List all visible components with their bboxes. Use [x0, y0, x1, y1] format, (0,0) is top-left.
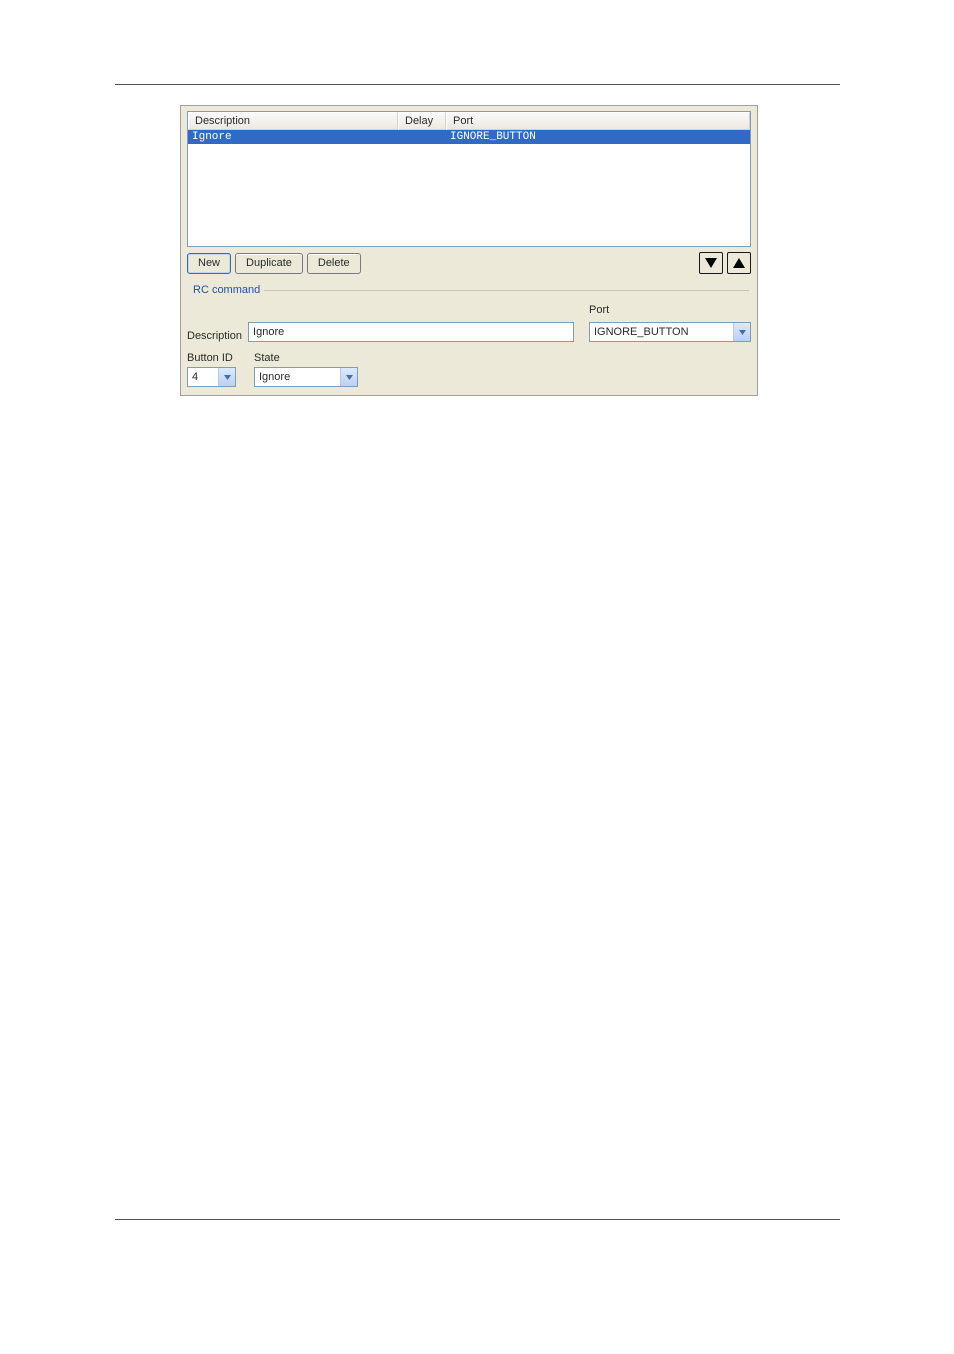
port-combo-input[interactable] — [590, 323, 733, 341]
cell-delay — [398, 130, 446, 144]
rc-command-legend: RC command — [189, 284, 264, 296]
table-row[interactable]: Ignore IGNORE_BUTTON — [188, 130, 750, 144]
chevron-down-icon — [739, 330, 746, 335]
table-header-row: Description Delay Port — [188, 112, 750, 130]
cell-description: Ignore — [188, 130, 398, 144]
fieldset-border — [189, 290, 749, 291]
delete-button[interactable]: Delete — [307, 253, 361, 274]
command-table: Description Delay Port Ignore IGNORE_BUT… — [187, 111, 751, 247]
port-combo-button[interactable] — [733, 323, 750, 341]
col-header-description[interactable]: Description — [188, 112, 398, 130]
col-header-delay[interactable]: Delay — [398, 112, 446, 130]
buttonid-combo[interactable] — [187, 367, 236, 387]
port-label: Port — [589, 304, 751, 316]
state-combo-button[interactable] — [340, 368, 357, 386]
rc-command-panel: Description Delay Port Ignore IGNORE_BUT… — [180, 105, 758, 396]
cell-port: IGNORE_BUTTON — [446, 130, 750, 144]
port-combo[interactable] — [589, 322, 751, 342]
col-header-port[interactable]: Port — [446, 112, 750, 130]
table-button-row: New Duplicate Delete — [181, 247, 757, 280]
state-combo[interactable] — [254, 367, 358, 387]
duplicate-button[interactable]: Duplicate — [235, 253, 303, 274]
triangle-down-icon — [704, 257, 718, 269]
move-up-button[interactable] — [727, 252, 751, 274]
triangle-up-icon — [732, 257, 746, 269]
description-label: Description — [187, 330, 242, 342]
chevron-down-icon — [346, 375, 353, 380]
buttonid-label: Button ID — [187, 352, 236, 364]
move-down-button[interactable] — [699, 252, 723, 274]
buttonid-combo-input[interactable] — [188, 368, 218, 386]
state-label: State — [254, 352, 358, 364]
buttonid-combo-button[interactable] — [218, 368, 235, 386]
state-combo-input[interactable] — [255, 368, 340, 386]
rc-command-section: RC command Description Port Button ID — [181, 280, 757, 395]
chevron-down-icon — [224, 375, 231, 380]
description-input[interactable] — [248, 322, 574, 342]
new-button[interactable]: New — [187, 253, 231, 274]
page-divider-top — [115, 84, 840, 85]
page-divider-bottom — [115, 1219, 840, 1220]
table-body[interactable]: Ignore IGNORE_BUTTON — [188, 130, 750, 246]
